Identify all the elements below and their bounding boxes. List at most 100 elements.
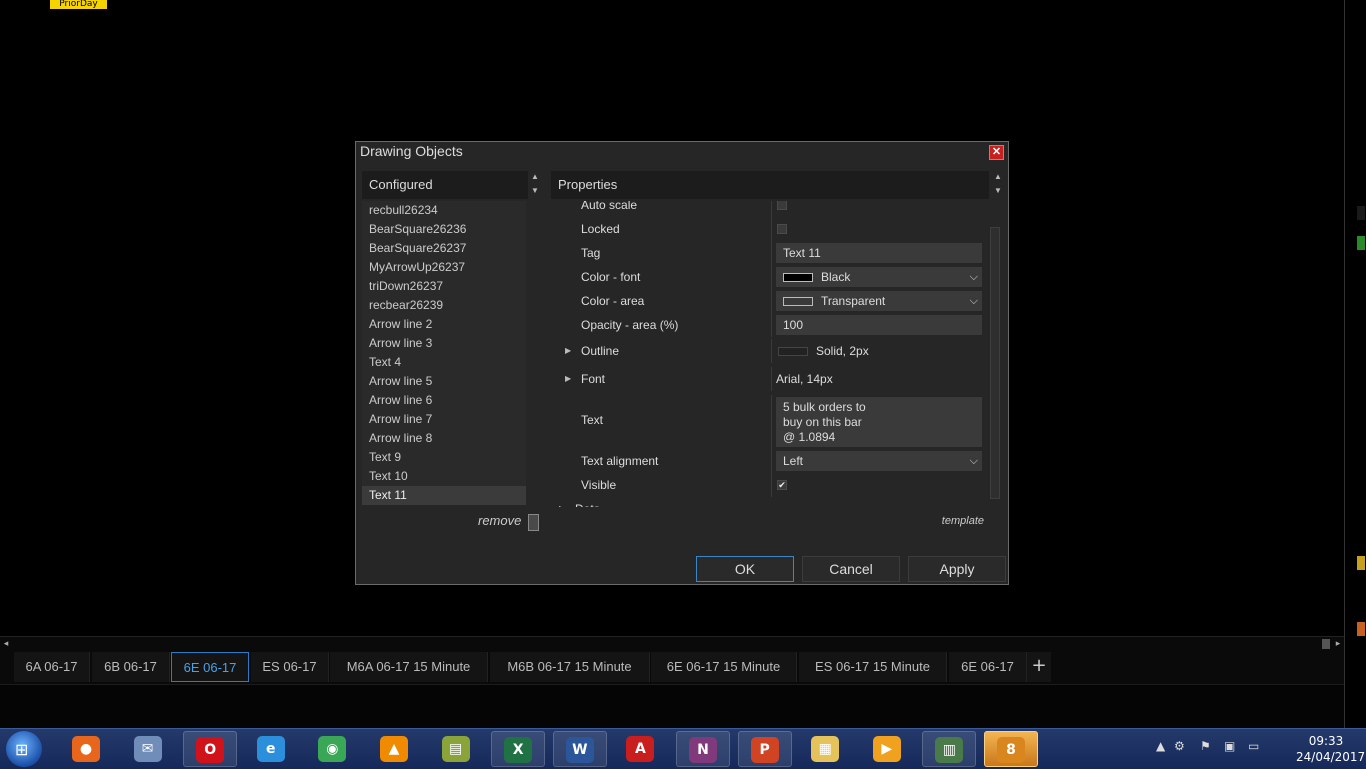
add-tab-icon[interactable]: + bbox=[1027, 652, 1051, 682]
list-item[interactable]: Arrow line 2 bbox=[362, 315, 526, 334]
close-icon[interactable]: ✕ bbox=[989, 145, 1004, 160]
list-item[interactable]: Arrow line 7 bbox=[362, 410, 526, 429]
text-line: 5 bulk orders to bbox=[783, 400, 866, 414]
tab-es-06-17[interactable]: ES 06-17 bbox=[251, 652, 329, 682]
prop-label: Locked bbox=[581, 222, 620, 236]
list-item[interactable]: BearSquare26236 bbox=[362, 220, 526, 239]
ok-button[interactable]: OK bbox=[696, 556, 794, 582]
column-divider bbox=[771, 395, 772, 449]
list-item[interactable]: Arrow line 6 bbox=[362, 391, 526, 410]
scroll-up-icon[interactable]: ▲ bbox=[992, 172, 1004, 181]
cancel-button[interactable]: Cancel bbox=[802, 556, 900, 582]
trash-icon[interactable] bbox=[528, 514, 539, 531]
opera-icon: O bbox=[196, 737, 225, 763]
prop-label: Text bbox=[581, 413, 604, 427]
locked-checkbox[interactable] bbox=[777, 224, 787, 234]
expand-arrow-icon[interactable]: ▶ bbox=[565, 339, 571, 363]
prop-label: Visible bbox=[581, 478, 617, 492]
prop-tag: Tag Text 11 bbox=[551, 241, 989, 265]
excel-taskbar-button[interactable]: X bbox=[491, 731, 546, 767]
tab-6a-06-17[interactable]: 6A 06-17 bbox=[14, 652, 90, 682]
tab-6e-06-17-second[interactable]: 6E 06-17 bbox=[949, 652, 1027, 682]
color-font-select[interactable]: Black ⌵ bbox=[776, 267, 982, 287]
scroll-right-icon[interactable]: ▸ bbox=[1332, 637, 1344, 651]
expand-arrow-icon[interactable]: ▶ bbox=[565, 367, 571, 391]
tray-expand-icon[interactable]: ▲ bbox=[1156, 739, 1165, 753]
auto-scale-checkbox[interactable] bbox=[777, 201, 787, 210]
list-item[interactable]: MyArrowUp26237 bbox=[362, 258, 526, 277]
list-item[interactable]: recbull26234 bbox=[362, 201, 526, 220]
column-divider bbox=[771, 339, 772, 363]
list-item[interactable]: Arrow line 8 bbox=[362, 429, 526, 448]
text-alignment-select[interactable]: Left ⌵ bbox=[776, 451, 982, 471]
onenote-taskbar-button[interactable]: N bbox=[676, 731, 730, 767]
taskbar-clock[interactable]: 09:33 24/04/2017 bbox=[1296, 733, 1366, 765]
apply-button[interactable]: Apply bbox=[908, 556, 1006, 582]
properties-scrollbar[interactable] bbox=[990, 227, 1000, 499]
dialog-title: Drawing Objects bbox=[360, 143, 463, 159]
scroll-left-icon[interactable]: ◂ bbox=[0, 637, 12, 651]
media-player-taskbar-button[interactable]: ▶ bbox=[861, 731, 915, 767]
acrobat-taskbar-button[interactable]: A bbox=[614, 731, 668, 767]
file-explorer-taskbar-button[interactable]: ▦ bbox=[799, 731, 853, 767]
tab-6e-06-17-15-minute[interactable]: 6E 06-17 15 Minute bbox=[651, 652, 797, 682]
remove-link[interactable]: remove bbox=[478, 513, 521, 528]
vlc-taskbar-button[interactable]: ▲ bbox=[368, 731, 422, 767]
list-item[interactable]: Arrow line 3 bbox=[362, 334, 526, 353]
list-item-selected[interactable]: Text 11 bbox=[362, 486, 526, 505]
chart-app-taskbar-button[interactable]: ▤ bbox=[430, 731, 484, 767]
list-item[interactable]: BearSquare26237 bbox=[362, 239, 526, 258]
prop-font: ▶ Font Arial, 14px bbox=[551, 367, 989, 391]
scroll-thumb[interactable] bbox=[1322, 639, 1330, 649]
display-icon[interactable]: ▭ bbox=[1248, 739, 1259, 753]
tab-m6b-06-17-15-minute[interactable]: M6B 06-17 15 Minute bbox=[490, 652, 650, 682]
opera-taskbar-button[interactable]: O bbox=[183, 731, 238, 767]
internet-explorer-icon: e bbox=[256, 736, 285, 762]
tag-input[interactable]: Text 11 bbox=[776, 243, 982, 263]
list-item[interactable]: Arrow line 5 bbox=[362, 372, 526, 391]
scroll-down-icon[interactable]: ▼ bbox=[992, 186, 1004, 195]
visible-checkbox[interactable]: ✔ bbox=[777, 480, 787, 490]
chrome-taskbar-button[interactable]: ◉ bbox=[306, 731, 360, 767]
drawing-objects-dialog: Drawing Objects ✕ Configured ▲ ▼ recbull… bbox=[355, 141, 1009, 585]
scroll-up-icon[interactable]: ▲ bbox=[529, 172, 541, 181]
prop-label: Color - font bbox=[581, 270, 641, 284]
prop-label: Color - area bbox=[581, 294, 645, 308]
tab-6e-06-17[interactable]: 6E 06-17 bbox=[171, 652, 249, 682]
internet-explorer-taskbar-button[interactable]: e bbox=[245, 731, 299, 767]
start-button[interactable]: ⊞ bbox=[6, 731, 42, 767]
ninjatrader-taskbar-button[interactable]: 8 bbox=[984, 731, 1038, 767]
mail-taskbar-button[interactable]: ✉ bbox=[122, 731, 176, 767]
vlc-icon: ▲ bbox=[380, 736, 408, 762]
prop-label: Text alignment bbox=[581, 454, 659, 468]
powerpoint-taskbar-button[interactable]: P bbox=[737, 731, 792, 767]
opacity-input[interactable]: 100 bbox=[776, 315, 982, 335]
list-item[interactable]: Text 9 bbox=[362, 448, 526, 467]
scroll-down-icon[interactable]: ▼ bbox=[529, 186, 541, 195]
clock-date: 24/04/2017 bbox=[1296, 750, 1366, 764]
powerpoint-icon: P bbox=[750, 737, 779, 763]
text-textarea[interactable]: 5 bulk orders to buy on this bar @ 1.089… bbox=[776, 397, 982, 447]
expand-arrow-icon[interactable]: ▶ bbox=[559, 497, 565, 507]
terminal-monitor-taskbar-button[interactable]: ▥ bbox=[922, 731, 977, 767]
outline-value[interactable]: Solid, 2px bbox=[778, 339, 869, 363]
list-item[interactable]: Text 10 bbox=[362, 467, 526, 486]
removable-device-icon[interactable]: ▣ bbox=[1224, 739, 1235, 753]
action-center-flag-icon[interactable]: ⚑ bbox=[1200, 739, 1211, 753]
chart-horizontal-scrollbar[interactable]: ◂ ▸ bbox=[0, 636, 1344, 651]
template-link[interactable]: template bbox=[942, 515, 984, 527]
font-value[interactable]: Arial, 14px bbox=[776, 367, 833, 391]
network-icon[interactable]: ⚙ bbox=[1174, 739, 1185, 753]
word-taskbar-button[interactable]: W bbox=[552, 731, 607, 767]
instrument-tab-bar: 6A 06-17 6B 06-17 6E 06-17 ES 06-17 M6A … bbox=[0, 650, 1344, 684]
tab-6b-06-17[interactable]: 6B 06-17 bbox=[92, 652, 170, 682]
firefox-taskbar-button[interactable]: ● bbox=[60, 731, 114, 767]
tab-m6a-06-17-15-minute[interactable]: M6A 06-17 15 Minute bbox=[330, 652, 488, 682]
list-item[interactable]: Text 4 bbox=[362, 353, 526, 372]
tab-es-06-17-15-minute[interactable]: ES 06-17 15 Minute bbox=[799, 652, 947, 682]
list-item[interactable]: triDown26237 bbox=[362, 277, 526, 296]
color-area-select[interactable]: Transparent ⌵ bbox=[776, 291, 982, 311]
clock-time: 09:33 bbox=[1308, 734, 1344, 748]
list-item[interactable]: recbear26239 bbox=[362, 296, 526, 315]
chart-right-strip bbox=[1344, 0, 1366, 728]
